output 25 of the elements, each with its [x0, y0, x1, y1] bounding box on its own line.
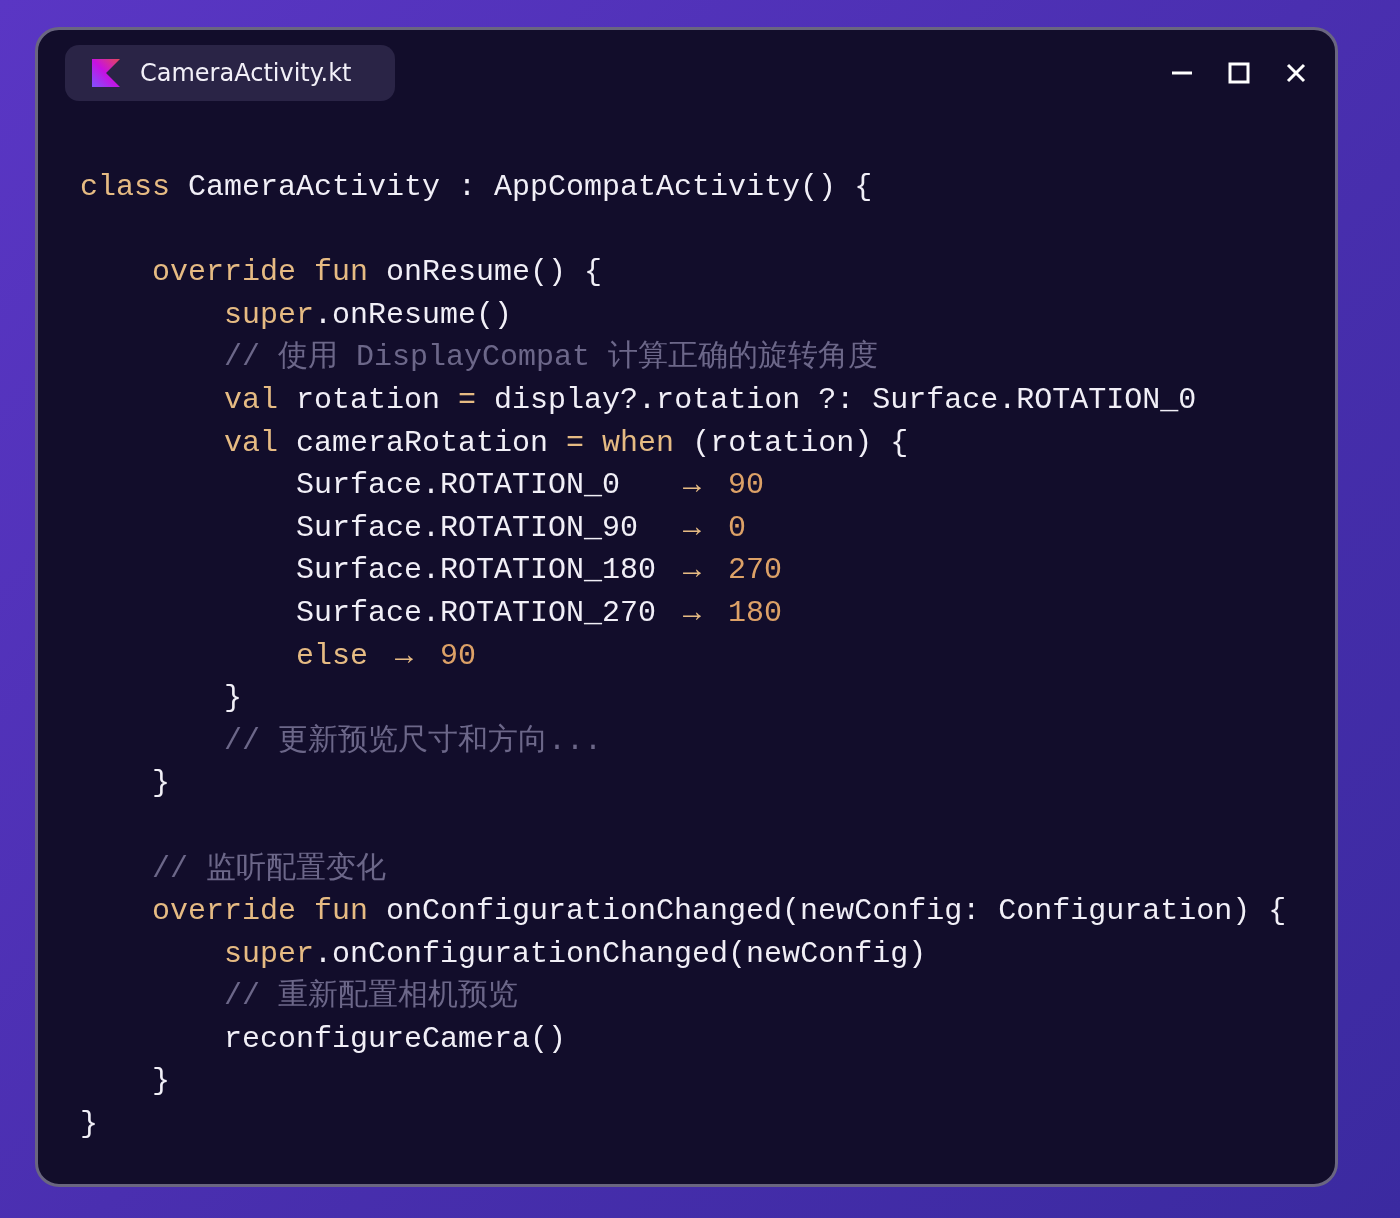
code-line: reconfigureCamera()	[223, 1020, 568, 1058]
code-line: // 使用 DisplayCompat 计算正确的旋转角度	[223, 338, 880, 377]
window-title: CameraActivity.kt	[140, 59, 352, 87]
maximize-icon[interactable]	[1228, 62, 1250, 84]
close-icon[interactable]	[1285, 62, 1307, 84]
code-line: override fun onConfigurationChanged(newConfig: Configuration) {	[151, 893, 1288, 931]
code-line: Surface.ROTATION_0 → 90	[295, 467, 766, 505]
code-line: else → 90	[295, 637, 478, 675]
code-line: // 更新预览尺寸和方向...	[223, 722, 604, 760]
code-line: override fun onResume() {	[151, 254, 604, 292]
code-line: }	[151, 1063, 171, 1101]
code-line: class CameraActivity : AppCompatActivity() {	[80, 169, 874, 206]
code-line: }	[223, 680, 244, 718]
code-line: Surface.ROTATION_90 → 0	[295, 509, 748, 547]
code-line: Surface.ROTATION_180 → 270	[295, 552, 784, 590]
code-line: // 重新配置相机预览	[223, 978, 520, 1016]
code-line: Surface.ROTATION_270 → 180	[295, 594, 784, 632]
code-line: val cameraRotation = when (rotation) {	[223, 424, 910, 462]
kotlin-logo-icon	[92, 59, 120, 87]
code-line: }	[151, 765, 171, 803]
code-line: super.onConfigurationChanged(newConfig)	[223, 935, 928, 973]
code-line: super.onResume()	[223, 296, 514, 334]
code-line: val rotation = display?.rotation ?: Surface.ROTATION_0	[223, 381, 1198, 419]
code-line: }	[80, 1106, 99, 1144]
code-line: // 监听配置变化	[151, 850, 388, 888]
